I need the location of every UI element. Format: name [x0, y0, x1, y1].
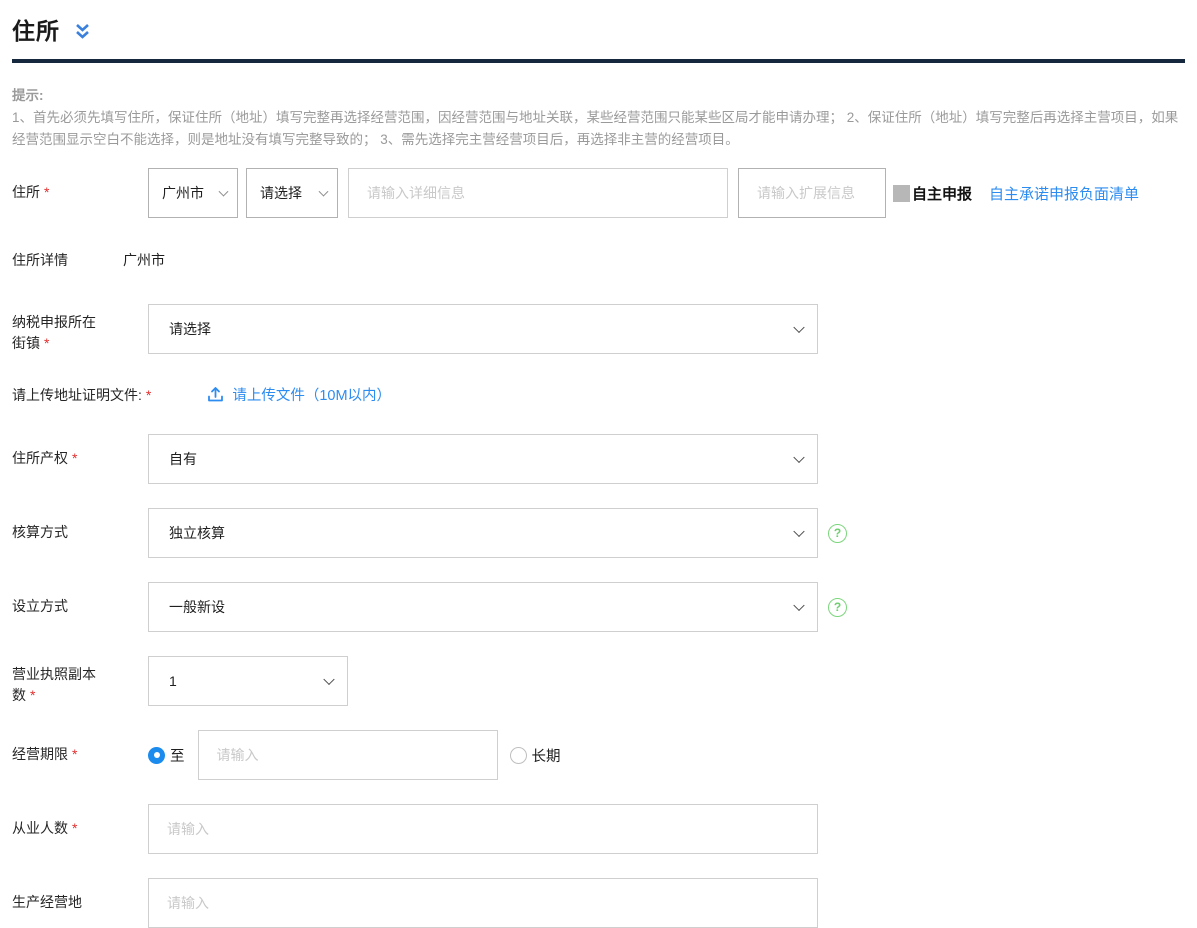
city-select-value: 广州市: [162, 183, 204, 203]
page-title: 住所: [12, 12, 60, 46]
address-detail-value: 广州市: [123, 248, 165, 270]
double-chevron-down-icon: [74, 22, 91, 41]
term-until-radio[interactable]: [148, 747, 165, 764]
hint-text: 1、首先必须先填写住所，保证住所（地址）填写完整再选择经营范围，因经营范围与地址…: [12, 110, 1178, 147]
required-mark: *: [146, 387, 151, 403]
row-production-site: 生产经营地: [12, 878, 1185, 928]
chevron-down-icon: [793, 452, 804, 463]
chevron-down-icon: [323, 674, 334, 685]
production-site-label: 生产经营地: [12, 878, 148, 913]
accounting-label: 核算方式: [12, 508, 148, 543]
property-right-label: 住所产权*: [12, 434, 148, 469]
production-site-input[interactable]: [148, 878, 818, 928]
term-until-label: 至: [170, 745, 185, 766]
chevron-down-icon: [793, 526, 804, 537]
chevron-down-icon: [219, 187, 229, 197]
upload-link-text: 请上传文件（10M以内）: [232, 384, 391, 405]
chevron-down-icon: [793, 322, 804, 333]
row-address-detail: 住所详情 广州市: [12, 248, 1185, 271]
term-longterm-label: 长期: [532, 745, 561, 766]
required-mark: *: [44, 184, 49, 200]
business-term-controls: 至 长期: [148, 730, 561, 780]
hint-block: 提示: 1、首先必须先填写住所，保证住所（地址）填写完整再选择经营范围，因经营范…: [12, 85, 1185, 151]
business-term-label: 经营期限*: [12, 730, 148, 765]
employees-input[interactable]: [148, 804, 818, 854]
establish-select[interactable]: 一般新设: [148, 582, 818, 632]
chevron-down-icon: [793, 600, 804, 611]
negative-list-link[interactable]: 自主承诺申报负面清单: [989, 183, 1139, 204]
required-mark: *: [72, 820, 77, 836]
address-form: 住所* 广州市 请选择 自主申报 自主承诺申报负面清单 住所详情: [12, 168, 1185, 928]
license-copies-select-value: 1: [169, 673, 177, 689]
license-copies-label: 营业执照副本 数*: [12, 656, 148, 706]
establish-select-value: 一般新设: [169, 597, 225, 617]
tax-street-label: 纳税申报所在 街镇*: [12, 304, 148, 354]
address-label: 住所*: [12, 168, 148, 203]
self-declare-checkbox[interactable]: [893, 185, 910, 202]
required-mark: *: [30, 687, 35, 703]
chevron-down-icon: [319, 187, 329, 197]
employees-label: 从业人数*: [12, 804, 148, 839]
row-tax-street: 纳税申报所在 街镇* 请选择: [12, 304, 1185, 354]
required-mark: *: [72, 746, 77, 762]
help-icon[interactable]: ?: [828, 524, 847, 543]
city-select[interactable]: 广州市: [148, 168, 238, 218]
help-icon[interactable]: ?: [828, 598, 847, 617]
row-establish: 设立方式 一般新设 ?: [12, 582, 1185, 632]
production-site-controls: [148, 878, 818, 928]
upload-file-button[interactable]: 请上传文件（10M以内）: [207, 384, 391, 405]
section-header: 住所: [12, 10, 1185, 46]
term-longterm-radio[interactable]: [510, 747, 527, 764]
license-copies-select[interactable]: 1: [148, 656, 348, 706]
property-right-select-value: 自有: [169, 449, 197, 469]
establish-label: 设立方式: [12, 582, 148, 617]
tax-street-select-value: 请选择: [169, 319, 211, 339]
upload-icon: [207, 386, 224, 403]
row-property-right: 住所产权* 自有: [12, 434, 1185, 484]
row-business-term: 经营期限* 至 长期: [12, 730, 1185, 780]
accounting-controls: 独立核算 ?: [148, 508, 847, 558]
district-select[interactable]: 请选择: [246, 168, 338, 218]
tax-street-controls: 请选择: [148, 304, 818, 354]
address-ext-input[interactable]: [738, 168, 886, 218]
property-right-controls: 自有: [148, 434, 818, 484]
required-mark: *: [44, 335, 49, 351]
district-select-value: 请选择: [260, 183, 302, 203]
address-section: 住所 提示: 1、首先必须先填写住所，保证住所（地址）填写完整再选择经营范围，因…: [0, 0, 1197, 928]
hint-label: 提示:: [12, 85, 1185, 107]
address-detail-input[interactable]: [348, 168, 728, 218]
self-declare-label: 自主申报: [912, 183, 972, 204]
row-employees: 从业人数*: [12, 804, 1185, 854]
employees-controls: [148, 804, 818, 854]
row-accounting: 核算方式 独立核算 ?: [12, 508, 1185, 558]
accounting-select[interactable]: 独立核算: [148, 508, 818, 558]
row-license-copies: 营业执照副本 数* 1: [12, 656, 1185, 706]
collapse-section-button[interactable]: [74, 22, 91, 41]
accounting-select-value: 独立核算: [169, 523, 225, 543]
license-copies-controls: 1: [148, 656, 348, 706]
tax-street-select[interactable]: 请选择: [148, 304, 818, 354]
section-divider: [12, 59, 1185, 63]
property-right-select[interactable]: 自有: [148, 434, 818, 484]
row-address: 住所* 广州市 请选择 自主申报 自主承诺申报负面清单: [12, 168, 1185, 218]
term-date-input[interactable]: [198, 730, 498, 780]
required-mark: *: [72, 450, 77, 466]
establish-controls: 一般新设 ?: [148, 582, 847, 632]
row-upload: 请上传地址证明文件:* 请上传文件（10M以内）: [12, 384, 1185, 405]
address-controls: 广州市 请选择 自主申报 自主承诺申报负面清单: [148, 168, 1139, 218]
upload-label: 请上传地址证明文件:*: [12, 385, 151, 405]
